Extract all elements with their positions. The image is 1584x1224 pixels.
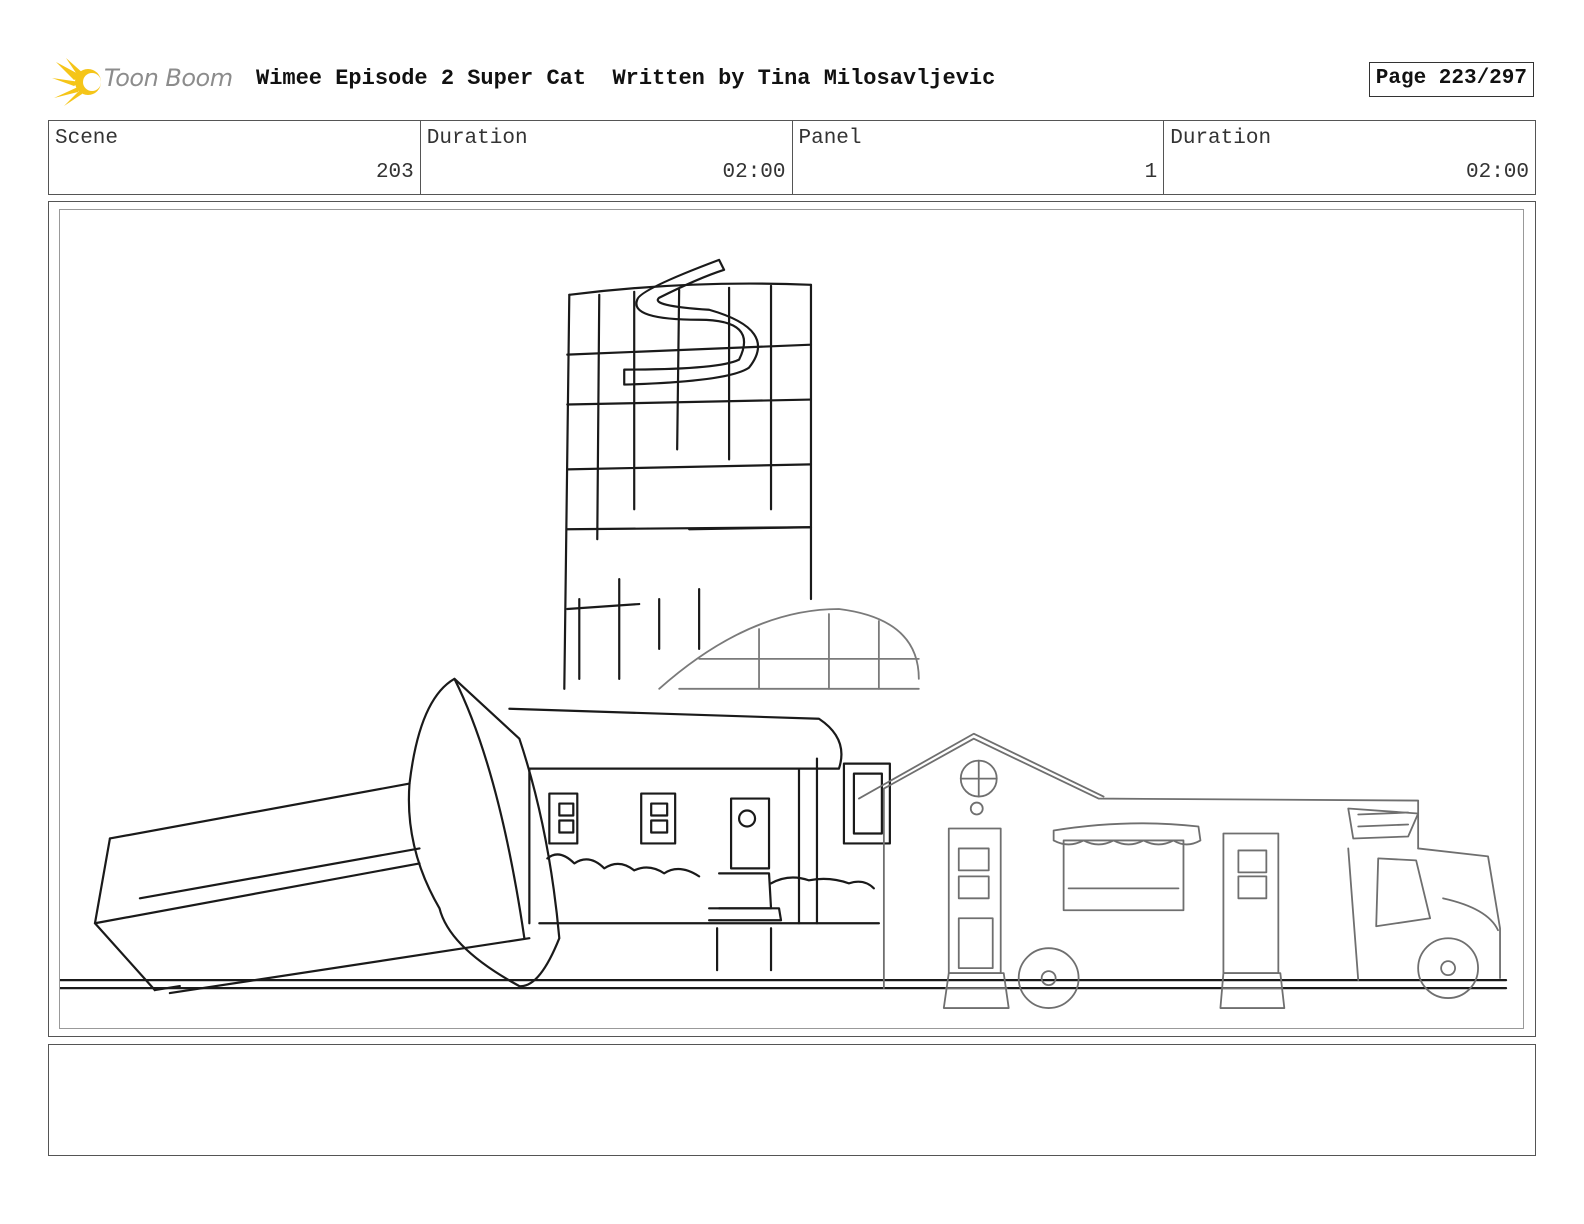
s-logo — [623, 258, 760, 386]
scene-duration-value: 02:00 — [722, 161, 786, 184]
storyboard-sketch — [60, 258, 1508, 1009]
panel-duration-cell: Duration 02:00 — [1164, 121, 1535, 194]
panel-label: Panel — [798, 127, 862, 150]
page-number: Page 223/297 — [1368, 62, 1534, 97]
storyboard-panel-frame — [48, 201, 1536, 1037]
starburst-icon — [52, 58, 101, 106]
toon-boom-logo: Toon Boom — [52, 56, 242, 108]
shop-truck — [858, 732, 1501, 1009]
panel-duration-label: Duration — [1170, 127, 1272, 150]
scene-duration-cell: Duration 02:00 — [421, 121, 793, 194]
action-notes-text — [49, 1045, 1535, 1061]
skyscraper — [563, 258, 813, 690]
ranch-house — [508, 707, 891, 972]
scene-value: 203 — [375, 161, 414, 184]
panel-value: 1 — [1144, 161, 1158, 184]
page-title: Wimee Episode 2 Super Cat Written by Tin… — [256, 66, 996, 91]
scene-duration-label: Duration — [426, 127, 528, 150]
logo-text: Toon Boom — [104, 64, 233, 92]
storyboard-panel — [59, 209, 1524, 1029]
scene-info-row: Scene 203 Duration 02:00 Panel 1 Duratio… — [48, 120, 1536, 195]
panel-cell: Panel 1 — [793, 121, 1165, 194]
scene-cell: Scene 203 — [49, 121, 421, 194]
page-header: Toon Boom Wimee Episode 2 Super Cat Writ… — [52, 56, 1534, 108]
fallen-roller — [93, 677, 561, 995]
panel-duration-value: 02:00 — [1465, 161, 1529, 184]
action-notes-box — [48, 1044, 1536, 1156]
scene-label: Scene — [55, 127, 119, 150]
